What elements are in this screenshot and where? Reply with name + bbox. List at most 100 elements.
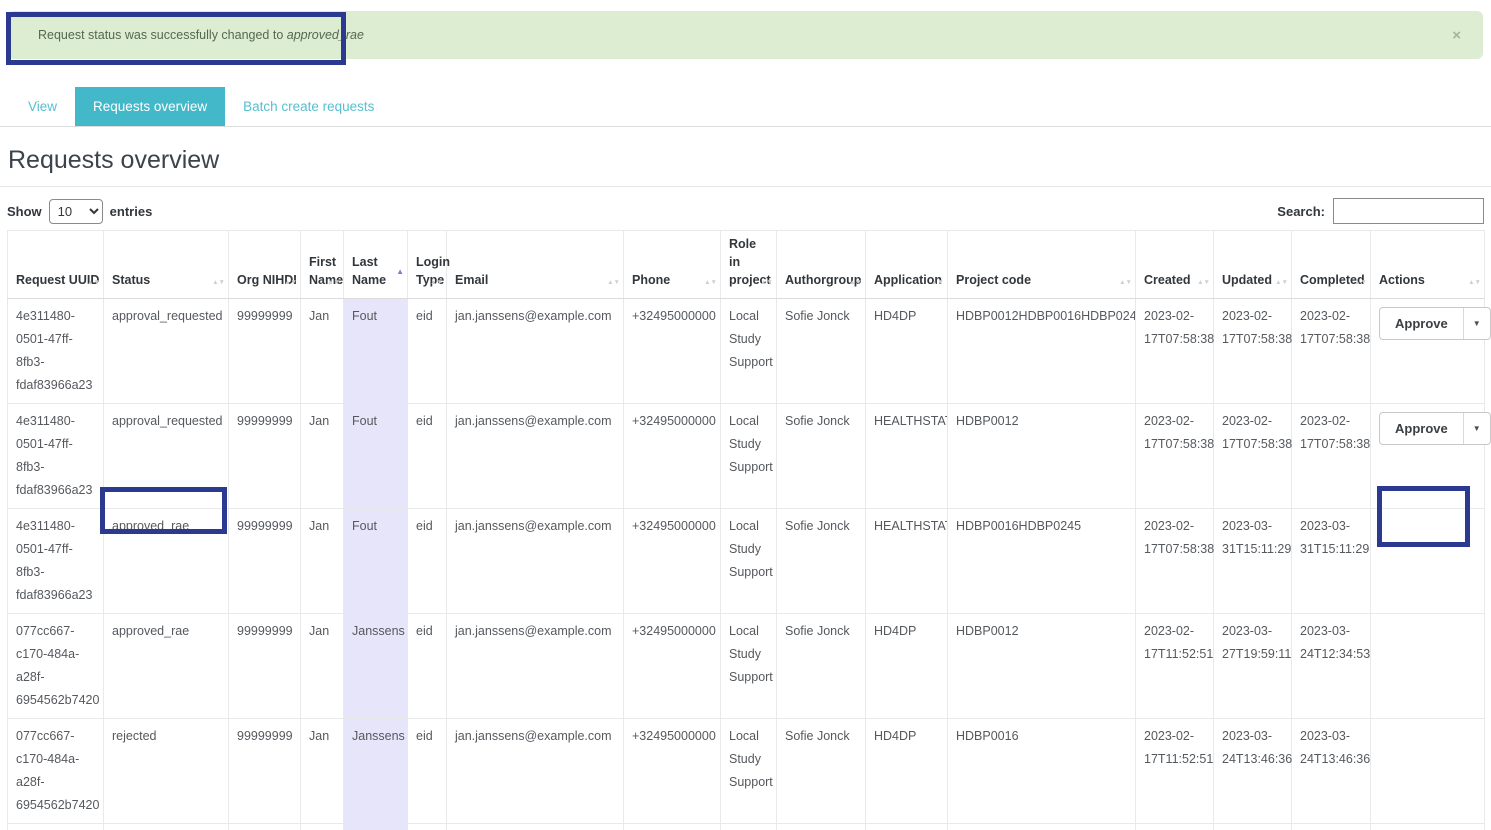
cell-last-name: Janssens — [344, 719, 408, 824]
column-header-updated[interactable]: Updated▲▼ — [1214, 231, 1292, 299]
approve-button[interactable]: Approve — [1380, 308, 1463, 339]
column-header-label: Status — [112, 273, 150, 287]
cell-actions — [1371, 824, 1485, 830]
cell-actions: Approve ▼ — [1371, 404, 1485, 509]
cell-login-type: eid — [408, 404, 447, 509]
cell-first-name: Jan — [301, 614, 344, 719]
cell-request-uuid: 4e311480-0501-47ff-8fb3-fdaf83966a23 — [8, 509, 104, 614]
column-header-authorgroup[interactable]: Authorgroup▲▼ — [777, 231, 866, 299]
cell-project-code: HDBP0012HDBP0016HDBP0245 — [948, 299, 1136, 404]
cell-actions — [1371, 614, 1485, 719]
cell-authorgroup: Sofie Jonck — [777, 404, 866, 509]
cell-login-type: eid — [408, 299, 447, 404]
requests-table: Request UUID▲▼ Status▲▼ Org NIHDI▲▼ Firs… — [7, 230, 1485, 830]
close-icon[interactable]: × — [1452, 28, 1461, 43]
cell-request-uuid: 4e311480-0501-47ff-8fb3-fdaf83966a23 — [8, 404, 104, 509]
tab-batch-create-requests[interactable]: Batch create requests — [225, 87, 392, 126]
column-header-label: Project code — [956, 273, 1031, 287]
cell-status: approval_requested — [104, 404, 229, 509]
column-header-status[interactable]: Status▲▼ — [104, 231, 229, 299]
cell-status: rejected — [104, 719, 229, 824]
cell-org-nihdi: 99999999 — [229, 299, 301, 404]
show-label: Show — [7, 204, 42, 219]
column-header-completed[interactable]: Completed▲▼ — [1292, 231, 1371, 299]
approve-split-button: Approve ▼ — [1379, 307, 1491, 340]
sort-asc-icon: ▲ — [396, 268, 404, 276]
column-header-actions[interactable]: Actions ▲▼ — [1371, 231, 1485, 299]
cell-login-type: eid — [408, 509, 447, 614]
cell-org-nihdi: 99999999 — [229, 509, 301, 614]
sort-icon: ▲▼ — [704, 280, 717, 285]
cell-phone: +32495000000 — [624, 404, 721, 509]
column-header-application[interactable]: Application▲▼ — [866, 231, 948, 299]
sort-icon: ▲▼ — [327, 280, 340, 285]
cell-email: jan.janssens@example.com — [447, 299, 624, 404]
column-header-email[interactable]: Email▲▼ — [447, 231, 624, 299]
tab-requests-overview[interactable]: Requests overview — [75, 87, 225, 126]
page-title: Requests overview — [8, 146, 219, 175]
cell-email: jan.janssens@example.com — [447, 404, 624, 509]
sort-icon: ▲▼ — [87, 280, 100, 285]
page-size-select[interactable]: 10 — [49, 199, 103, 224]
table-body: 4e311480-0501-47ff-8fb3-fdaf83966a23 app… — [8, 299, 1485, 830]
column-header-last-name[interactable]: Last Name▲ — [344, 231, 408, 299]
column-header-role-in-project[interactable]: Role in project▲▼ — [721, 231, 777, 299]
cell-first-name: Jan — [301, 299, 344, 404]
column-header-phone[interactable]: Phone▲▼ — [624, 231, 721, 299]
cell-authorgroup: Sofie Jonck — [777, 719, 866, 824]
table-row: 4e311480-0501-47ff-8fb3-fdaf83966a23 app… — [8, 509, 1485, 614]
sort-icon: ▲▼ — [760, 280, 773, 285]
column-header-created[interactable]: Created▲▼ — [1136, 231, 1214, 299]
cell-completed: 2023-02-17T07:58:38 — [1292, 299, 1371, 404]
approve-button[interactable]: Approve — [1380, 413, 1463, 444]
cell-created: 2023-02-17T11:52:51 — [1136, 614, 1214, 719]
cell-status: approval_requested — [104, 299, 229, 404]
cell-org-nihdi: 99999999 — [229, 404, 301, 509]
cell-authorgroup: Sofie Jonck — [777, 614, 866, 719]
cell-role-in-project: Local Study Support — [721, 299, 777, 404]
search-input[interactable] — [1333, 198, 1484, 224]
cell-authorgroup: Sofie Jonck — [777, 509, 866, 614]
requests-overview-page: Request status was successfully changed … — [0, 0, 1491, 830]
search-control: Search: — [1277, 198, 1484, 224]
sort-icon: ▲▼ — [1354, 280, 1367, 285]
success-banner: Request status was successfully changed … — [8, 11, 1483, 59]
tab-view[interactable]: View — [10, 87, 75, 126]
column-header-project-code[interactable]: Project code▲▼ — [948, 231, 1136, 299]
cell-org-nihdi: 99999999 — [229, 824, 301, 830]
column-header-label: Created — [1144, 273, 1191, 287]
cell-role-in-project: Local Study Support — [721, 404, 777, 509]
cell-role-in-project: Local Study Support — [721, 509, 777, 614]
cell-phone: +32495000000 — [624, 719, 721, 824]
column-header-org-nihdi[interactable]: Org NIHDI▲▼ — [229, 231, 301, 299]
approve-dropdown-toggle[interactable]: ▼ — [1463, 413, 1490, 444]
cell-project-code: HDBP0012 — [948, 614, 1136, 719]
cell-authorgroup: Sofie Jonck — [777, 299, 866, 404]
cell-application: HD4DP — [866, 719, 948, 824]
cell-role-in-project: Local Study Support — [721, 614, 777, 719]
column-header-request-uuid[interactable]: Request UUID▲▼ — [8, 231, 104, 299]
sort-icon: ▲▼ — [1468, 280, 1481, 285]
cell-application: HD4DP — [866, 614, 948, 719]
table-controls: Show 10 entries Search: — [7, 198, 1484, 224]
cell-request-uuid: 077cc667-c170-484a-a28f-6954562b7420 — [8, 614, 104, 719]
cell-actions — [1371, 719, 1485, 824]
search-label: Search: — [1277, 204, 1325, 219]
cell-request-uuid: 4e311480-0501-47ff-8fb3-fdaf83966a23 — [8, 299, 104, 404]
cell-actions: Approve ▼ — [1371, 299, 1485, 404]
cell-email: jan.janssens@example.com — [447, 509, 624, 614]
cell-login-type: eid — [408, 719, 447, 824]
cell-created: 2023-02-17T07:58:38 — [1136, 509, 1214, 614]
cell-first-name: Jan — [301, 509, 344, 614]
cell-authorgroup: Sofie Jonck — [777, 824, 866, 830]
column-header-label: Actions — [1379, 273, 1425, 287]
column-header-first-name[interactable]: First Name▲▼ — [301, 231, 344, 299]
cell-role-in-project: Local Study Support — [721, 719, 777, 824]
column-header-login-type[interactable]: Login Type▲▼ — [408, 231, 447, 299]
cell-last-name: Fout — [344, 299, 408, 404]
cell-phone: +32495000000 — [624, 509, 721, 614]
approve-dropdown-toggle[interactable]: ▼ — [1463, 308, 1490, 339]
cell-completed: 2023-03-24T12:34:53 — [1292, 614, 1371, 719]
cell-status: approved — [104, 824, 229, 830]
cell-application: HD4DP — [866, 299, 948, 404]
